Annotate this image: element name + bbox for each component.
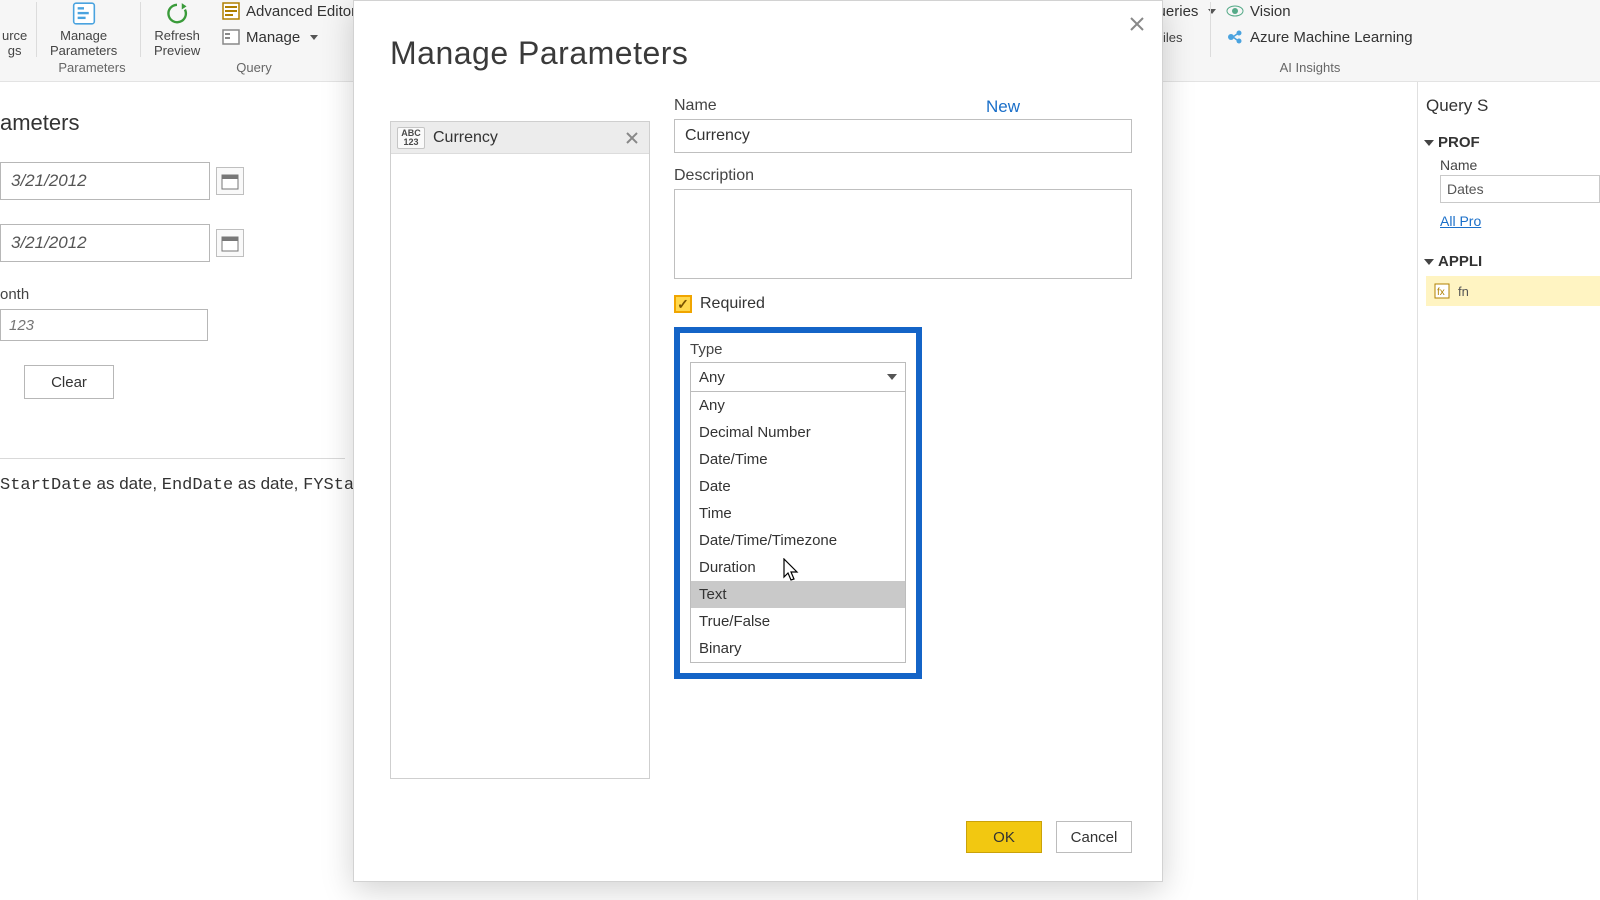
type-option-binary[interactable]: Binary: [691, 635, 905, 662]
ok-button[interactable]: OK: [966, 821, 1042, 853]
parameter-form: Name Description Required Type Any AnyDe…: [674, 97, 1132, 679]
calendar-icon: [221, 234, 239, 252]
applied-steps-section[interactable]: APPLI: [1426, 253, 1600, 270]
name-label: Name: [1440, 157, 1600, 173]
any-type-icon: ABC 123: [397, 127, 425, 149]
calendar-icon: [221, 172, 239, 190]
month-label: onth: [0, 286, 335, 303]
name-field[interactable]: [674, 119, 1132, 153]
type-option-text[interactable]: Text: [691, 581, 905, 608]
ribbon-manage-label: Manage: [246, 29, 300, 46]
end-date-calendar-button[interactable]: [216, 229, 244, 257]
properties-section[interactable]: PROF: [1426, 134, 1600, 151]
fx-icon: fx: [1434, 283, 1450, 299]
chevron-down-icon: [887, 374, 897, 380]
query-name-input[interactable]: Dates: [1440, 175, 1600, 203]
parameters-icon: [67, 0, 101, 27]
parameters-side-panel: ameters onth Clear StartDate as date, En…: [0, 82, 345, 900]
ribbon-vision-label: Vision: [1250, 3, 1291, 20]
parameters-panel-title: ameters: [0, 110, 335, 136]
query-settings-panel: Query S PROF Name Dates All Pro APPLI fx…: [1417, 82, 1600, 900]
formula-bar-fragment: StartDate as date, EndDate as date, FYSt…: [0, 474, 375, 495]
end-date-input[interactable]: [0, 224, 210, 262]
ribbon-iles-fragment: iles: [1163, 30, 1183, 45]
type-option-date[interactable]: Date: [691, 473, 905, 500]
manage-icon: [222, 28, 240, 46]
start-date-input[interactable]: [0, 162, 210, 200]
cancel-button[interactable]: Cancel: [1056, 821, 1132, 853]
advanced-editor-icon: [222, 2, 240, 20]
parameter-list: ABC 123 Currency: [390, 121, 650, 779]
horizontal-divider: [0, 458, 345, 459]
refresh-icon: [160, 0, 194, 27]
caret-down-icon: [1424, 259, 1434, 265]
ribbon-parameters-label: Manage Parameters: [50, 28, 117, 58]
type-option-date-time[interactable]: Date/Time: [691, 446, 905, 473]
manage-parameters-dialog: Manage Parameters New ABC 123 Currency N…: [353, 0, 1163, 882]
ribbon-aml[interactable]: Azure Machine Learning: [1226, 28, 1413, 46]
ribbon-advanced-editor-label: Advanced Editor: [246, 3, 356, 20]
type-field-label: Type: [690, 341, 906, 358]
chevron-down-icon: [310, 35, 318, 40]
type-123: 123: [403, 138, 418, 147]
ribbon-manage[interactable]: Manage: [222, 28, 318, 46]
description-field[interactable]: [674, 189, 1132, 279]
fx-text-2: as date,: [233, 474, 303, 493]
ribbon-group-query: Query: [174, 60, 334, 75]
ribbon-preview-label: Refresh Preview: [154, 28, 200, 58]
vision-icon: [1226, 2, 1244, 20]
type-dropdown: AnyDecimal NumberDate/TimeDateTimeDate/T…: [690, 392, 906, 663]
applied-step-item[interactable]: fx fn: [1426, 276, 1600, 306]
ribbon-group-ai: AI Insights: [1250, 60, 1370, 75]
required-checkbox[interactable]: [674, 295, 692, 313]
start-date-calendar-button[interactable]: [216, 167, 244, 195]
all-properties-link[interactable]: All Pro: [1440, 213, 1600, 229]
type-option-true-false[interactable]: True/False: [691, 608, 905, 635]
type-select-value: Any: [699, 369, 725, 386]
applied-step-label: fn: [1458, 284, 1469, 299]
clear-button[interactable]: Clear: [24, 365, 114, 399]
ribbon-advanced-editor[interactable]: Advanced Editor: [222, 2, 356, 20]
query-settings-title: Query S: [1426, 96, 1600, 116]
delete-parameter-button[interactable]: [623, 129, 641, 147]
aml-icon: [1226, 28, 1244, 46]
close-icon: [625, 131, 639, 145]
parameter-list-item[interactable]: ABC 123 Currency: [391, 122, 649, 154]
type-option-any[interactable]: Any: [691, 392, 905, 419]
applied-steps-label: APPLI: [1438, 253, 1482, 270]
svg-text:fx: fx: [1437, 287, 1445, 298]
type-highlight-box: Type Any AnyDecimal NumberDate/TimeDateT…: [674, 327, 922, 679]
ribbon-group-parameters: Parameters: [50, 60, 134, 75]
ribbon-vision[interactable]: Vision: [1226, 2, 1291, 20]
dialog-title: Manage Parameters: [390, 35, 688, 72]
type-option-date-time-timezone[interactable]: Date/Time/Timezone: [691, 527, 905, 554]
description-field-label: Description: [674, 167, 1132, 185]
ribbon-manage-parameters[interactable]: Manage Parameters: [50, 0, 117, 58]
parameter-item-name: Currency: [433, 129, 623, 147]
ribbon-aml-label: Azure Machine Learning: [1250, 29, 1413, 46]
close-button[interactable]: [1124, 11, 1150, 37]
ribbon-refresh-preview[interactable]: Refresh Preview: [154, 0, 200, 58]
fx-text-1: as date,: [92, 474, 162, 493]
caret-down-icon: [1424, 140, 1434, 146]
fx-enddate: EndDate: [162, 476, 233, 495]
month-input[interactable]: [0, 309, 208, 341]
type-select[interactable]: Any: [690, 362, 906, 392]
type-option-duration[interactable]: Duration: [691, 554, 905, 581]
name-field-label: Name: [674, 97, 1132, 115]
required-label: Required: [700, 295, 765, 313]
close-icon: [1128, 15, 1146, 33]
type-option-decimal-number[interactable]: Decimal Number: [691, 419, 905, 446]
type-option-time[interactable]: Time: [691, 500, 905, 527]
ribbon-source-label[interactable]: urce gs: [2, 28, 27, 58]
properties-label: PROF: [1438, 134, 1480, 151]
fx-startdate: StartDate: [0, 476, 92, 495]
query-name-value: Dates: [1447, 181, 1484, 197]
